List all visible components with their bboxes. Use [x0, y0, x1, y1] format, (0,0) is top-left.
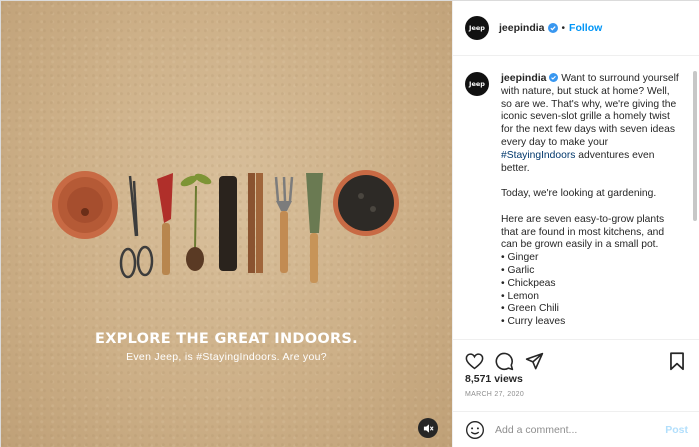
emoji-icon[interactable]: [465, 420, 485, 440]
plant-list-item: • Garlic: [501, 264, 535, 276]
share-button[interactable]: [523, 351, 545, 373]
pruning-shears: [119, 175, 154, 279]
scrollbar[interactable]: [693, 71, 697, 221]
comment-bar: Post: [453, 411, 699, 447]
soil-strip: [219, 176, 237, 271]
plant-list-item: • Ginger: [501, 252, 539, 264]
follow-button[interactable]: Follow: [569, 22, 602, 34]
post-date[interactable]: MARCH 27, 2020: [465, 391, 524, 398]
caption-username[interactable]: jeepindia: [501, 72, 547, 84]
terracotta-pot-left: [52, 171, 118, 239]
like-button[interactable]: [463, 351, 485, 373]
caption-paragraph: Here are seven easy-to-grow plants that …: [501, 213, 665, 251]
view-count[interactable]: 8,571 views: [465, 373, 523, 385]
caption-paragraph: Today, we're looking at gardening.: [501, 188, 657, 200]
plant-list-item: • Green Chili: [501, 303, 559, 315]
avatar[interactable]: Jeep: [465, 16, 489, 40]
post-side-panel: Jeep jeepindia • Follow Jeep jeepindia W…: [452, 1, 699, 447]
header-username[interactable]: jeepindia: [499, 22, 545, 34]
post-comment-button[interactable]: Post: [665, 424, 688, 436]
mute-icon: [423, 423, 434, 433]
image-headline: EXPLORE THE GREAT INDOORS.: [94, 331, 358, 347]
caption-text: jeepindia Want to surround yourself with…: [501, 72, 681, 339]
red-trowel: [157, 173, 173, 275]
comment-button[interactable]: [493, 351, 515, 373]
action-bar: [453, 339, 699, 375]
plant-list-item: • Chickpeas: [501, 277, 556, 289]
bookmark-icon: [670, 352, 684, 371]
plant-list-item: • Lemon: [501, 290, 539, 302]
instagram-post: EXPLORE THE GREAT INDOORS. Even Jeep, is…: [0, 0, 699, 447]
cinnamon-sticks: [248, 173, 263, 273]
image-subline: Even Jeep, is #StayingIndoors. Are you?: [126, 351, 327, 363]
share-icon: [525, 352, 543, 370]
mute-button[interactable]: [418, 418, 438, 438]
hashtag-link[interactable]: #StayingIndoors: [501, 150, 575, 161]
verified-badge-icon: [547, 23, 558, 33]
plant-list-item: • Curry leaves: [501, 316, 566, 328]
post-header: Jeep jeepindia • Follow: [453, 1, 699, 56]
verified-badge-icon: [549, 73, 559, 82]
caption-intro: Want to surround yourself with nature, b…: [501, 73, 679, 148]
terracotta-pot-right: [333, 170, 399, 236]
caption-avatar[interactable]: Jeep: [465, 72, 489, 96]
post-image[interactable]: EXPLORE THE GREAT INDOORS. Even Jeep, is…: [1, 1, 452, 447]
comment-icon: [495, 352, 513, 371]
separator-dot: •: [561, 22, 566, 34]
hand-fork: [274, 176, 294, 273]
comment-input[interactable]: [495, 424, 655, 436]
gardening-tools-illustration: [52, 170, 399, 283]
heart-icon: [465, 353, 483, 370]
save-button[interactable]: [666, 351, 688, 373]
caption-area: Jeep jeepindia Want to surround yourself…: [453, 57, 693, 339]
green-trowel: [306, 173, 323, 283]
seedling: [180, 173, 212, 271]
